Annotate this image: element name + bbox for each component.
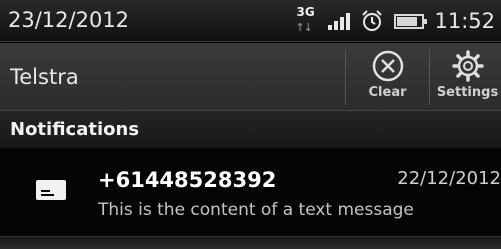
close-circle-icon: [372, 50, 403, 82]
clear-label: Clear: [368, 85, 407, 100]
status-time: 11:52: [434, 9, 495, 33]
bottom-divider: [0, 236, 501, 249]
network-3g-icon: 3G ↑↓: [295, 5, 315, 34]
notifications-header: Notifications: [0, 110, 501, 148]
battery-level: [397, 16, 418, 26]
settings-button[interactable]: Settings: [434, 49, 501, 105]
status-bar: 23/12/2012 3G ↑↓ 11:52: [0, 0, 501, 42]
clear-button[interactable]: Clear: [350, 49, 425, 105]
signal-bars-icon: [328, 12, 351, 30]
battery-icon: [394, 13, 428, 29]
notification-sender: +61448528392: [98, 168, 277, 192]
alarm-clock-icon: [362, 10, 383, 31]
section-title: Notifications: [10, 119, 140, 140]
notification-action-bar: Telstra Clear Settings: [0, 43, 501, 110]
status-date: 23/12/2012: [8, 8, 130, 32]
message-icon: [36, 180, 66, 200]
gear-icon: [451, 50, 484, 82]
settings-label: Settings: [436, 85, 499, 100]
divider: [345, 49, 346, 105]
status-icons: 3G ↑↓ 11:52: [290, 4, 495, 38]
carrier-name: Telstra: [10, 65, 79, 89]
notification-date: 22/12/2012: [397, 168, 501, 189]
notification-item[interactable]: +61448528392 22/12/2012 This is the cont…: [0, 148, 501, 236]
divider: [429, 49, 430, 105]
notification-body: This is the content of a text message: [98, 200, 414, 220]
